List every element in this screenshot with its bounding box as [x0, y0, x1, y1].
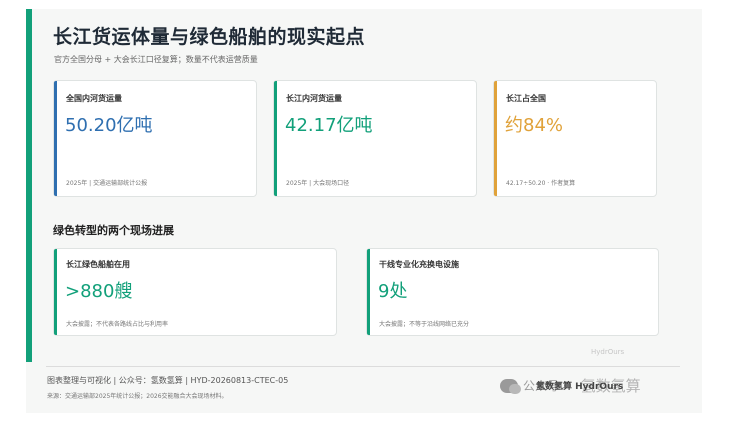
page-subtitle: 官方全国分母 + 大会长江口径复算；数量不代表运营质量	[54, 55, 258, 64]
card-stripe	[367, 249, 370, 335]
footer-source: 来源：交通运输部2025年统计公报；2026交能融合大会现场材料。	[47, 393, 228, 400]
footer-divider	[46, 366, 680, 367]
stat-card-yangtze: 长江内河货运量 42.17亿吨 2025年 | 大会现场口径	[273, 80, 477, 197]
section-title: 绿色转型的两个现场进展	[53, 224, 174, 237]
progress-note: 大会披露；不代表各路线占比与利用率	[66, 321, 169, 328]
stat-note: 42.17÷50.20 · 作者复算	[506, 180, 576, 187]
card-stripe	[54, 249, 57, 335]
footer-credit: 图表整理与可视化 | 公众号：氢数氢算 | HYD-20260813-CTEC-…	[47, 376, 289, 385]
progress-card-green-ships: 长江绿色船舶在用 >880艘 大会披露；不代表各路线占比与利用率	[53, 248, 337, 336]
page-title: 长江货运体量与绿色船舶的现实起点	[53, 26, 366, 48]
watermark-brand: 氢数氢算 HydrOurs	[536, 382, 624, 392]
accent-bar	[26, 9, 32, 362]
card-stripe	[494, 81, 497, 196]
progress-value: 9处	[378, 281, 408, 302]
watermark: 公众号 · 氢数氢算 HydrOurs 氢数氢算	[500, 375, 641, 396]
progress-label: 长江绿色船舶在用	[66, 260, 130, 269]
card-stripe	[274, 81, 277, 196]
stat-value: 约84%	[505, 115, 564, 136]
watermark-small: HydrOurs	[591, 348, 625, 356]
progress-label: 干线专业化充换电设施	[379, 260, 459, 269]
progress-note: 大会披露；不等于沿线网络已充分	[379, 321, 470, 328]
stat-value: 50.20亿吨	[65, 115, 153, 136]
stat-note: 2025年 | 交通运输部统计公报	[66, 180, 148, 187]
stat-label: 长江占全国	[506, 94, 546, 103]
wechat-icon	[500, 378, 521, 394]
card-stripe	[54, 81, 57, 196]
stat-card-national: 全国内河货运量 50.20亿吨 2025年 | 交通运输部统计公报	[53, 80, 257, 197]
stat-label: 全国内河货运量	[66, 94, 122, 103]
stat-label: 长江内河货运量	[286, 94, 342, 103]
progress-value: >880艘	[65, 281, 133, 302]
stat-card-share: 长江占全国 约84% 42.17÷50.20 · 作者复算	[493, 80, 657, 197]
stat-note: 2025年 | 大会现场口径	[286, 180, 350, 187]
stat-value: 42.17亿吨	[285, 115, 373, 136]
progress-card-charging: 干线专业化充换电设施 9处 大会披露；不等于沿线网络已充分	[366, 248, 659, 336]
